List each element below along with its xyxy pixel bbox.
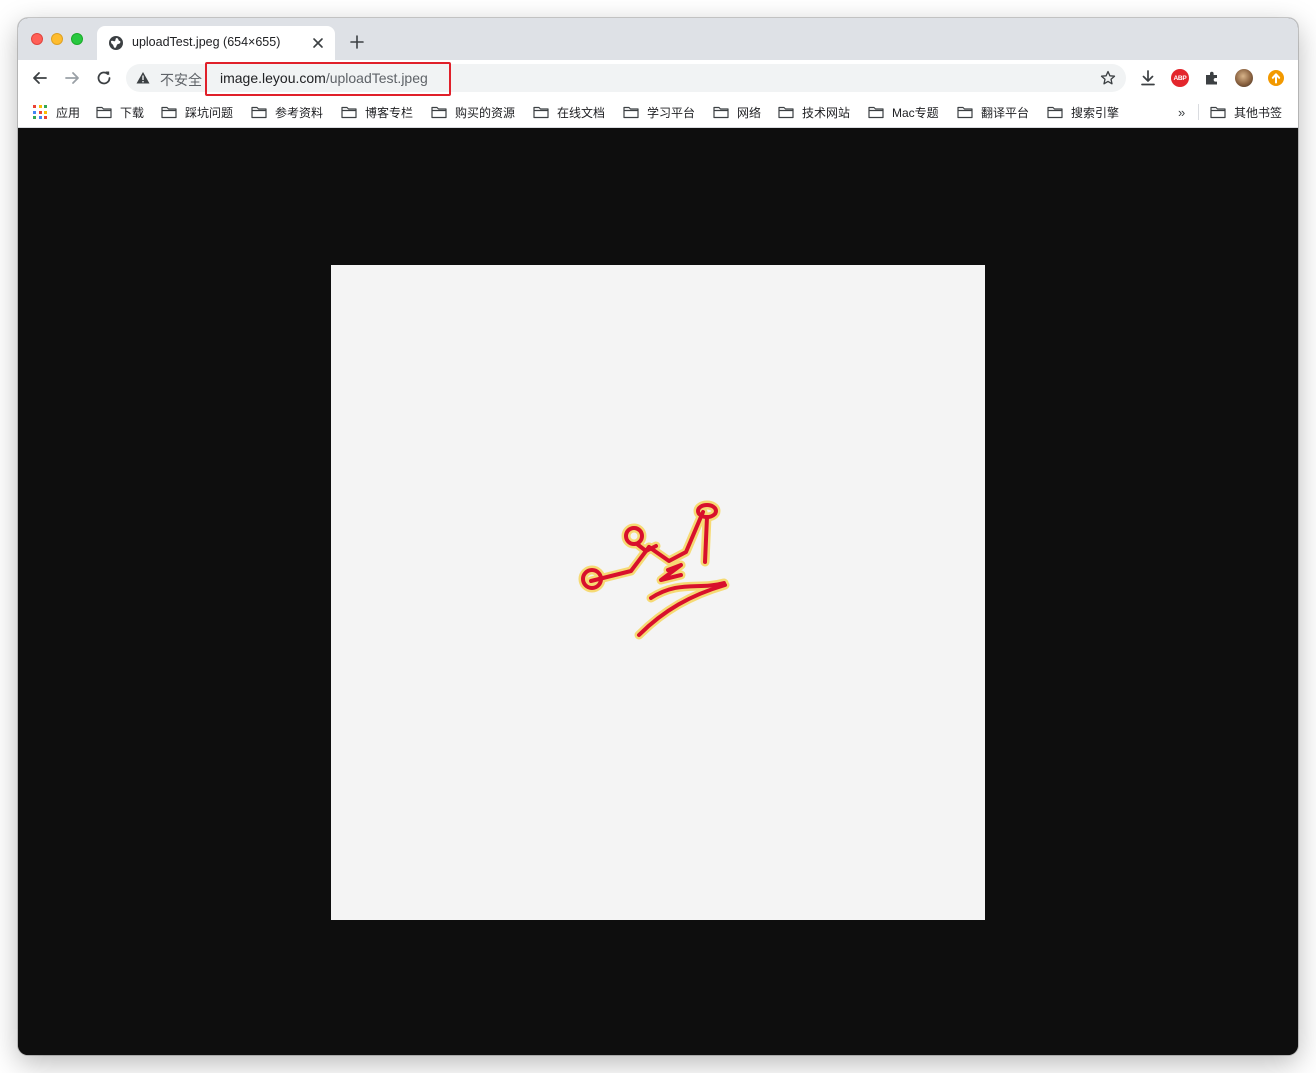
bookmark-label: 技术网站 (802, 105, 851, 120)
new-tab-icon[interactable] (350, 35, 364, 49)
folder-icon (778, 106, 794, 119)
arrow-right-icon[interactable] (63, 69, 81, 87)
bookmark-label: 下载 (120, 105, 145, 120)
tab-strip: uploadTest.jpeg (654×655) (18, 18, 1298, 60)
bookmark-folder[interactable]: 踩坑问题 (161, 103, 233, 121)
arrow-left-icon[interactable] (31, 69, 49, 87)
bookmark-label: 踩坑问题 (185, 105, 234, 120)
folder-icon (96, 106, 112, 119)
zoom-window-button[interactable] (71, 33, 83, 45)
close-tab-icon[interactable] (311, 36, 325, 50)
security-label[interactable]: 不安全 (160, 70, 202, 90)
bookmark-folder[interactable]: 博客专栏 (341, 103, 413, 121)
bookmark-label: 购买的资源 (455, 105, 516, 120)
bookmark-label: 翻译平台 (981, 105, 1030, 120)
bookmark-label: 参考资料 (275, 105, 324, 120)
reload-icon[interactable] (95, 69, 113, 87)
folder-icon (251, 106, 267, 119)
bookmark-label: 学习平台 (647, 105, 696, 120)
bookmark-label: Mac专题 (892, 105, 939, 120)
bookmark-folder[interactable]: 技术网站 (778, 103, 850, 121)
image-viewer (18, 128, 1298, 1055)
tab-title: uploadTest.jpeg (654×655) (132, 35, 281, 49)
bookmarks-overflow-button[interactable]: » (1178, 105, 1185, 120)
adblock-plus-icon[interactable]: ABP (1171, 69, 1189, 87)
bookmark-label: 在线文档 (557, 105, 606, 120)
displayed-image (331, 265, 985, 920)
crown-drawing (578, 500, 730, 640)
abp-label: ABP (1173, 74, 1187, 82)
folder-icon (1047, 106, 1063, 119)
bookmark-other-bookmarks[interactable]: 其他书签 (1210, 103, 1282, 121)
bookmarks-bar: 应用 下载 踩坑问题 参考资料 博客专栏 购买的资源 在线文档 学习平台 网络 技术网站 Mac专… (18, 96, 1298, 128)
folder-icon (623, 106, 639, 119)
browser-window: uploadTest.jpeg (654×655) 不安全 image.leyo… (18, 18, 1298, 1055)
bookmark-folder[interactable]: 在线文档 (533, 103, 605, 121)
star-icon[interactable] (1100, 70, 1116, 86)
folder-icon (868, 106, 884, 119)
warning-triangle-icon[interactable] (136, 71, 150, 85)
bookmark-folder[interactable]: 搜索引擎 (1047, 103, 1119, 121)
puzzle-icon[interactable] (1203, 69, 1221, 87)
minimize-window-button[interactable] (51, 33, 63, 45)
bookmark-folder[interactable]: 购买的资源 (431, 103, 515, 121)
globe-icon (109, 36, 123, 50)
bookmark-label: 网络 (737, 105, 762, 120)
folder-icon (161, 106, 177, 119)
bookmark-folder[interactable]: Mac专题 (868, 103, 939, 121)
folder-icon (341, 106, 357, 119)
download-icon[interactable] (1139, 69, 1157, 87)
bookmark-label: 搜索引擎 (1071, 105, 1120, 120)
close-window-button[interactable] (31, 33, 43, 45)
update-icon[interactable] (1267, 69, 1285, 87)
bookmark-label: 博客专栏 (365, 105, 414, 120)
bookmark-folder[interactable]: 学习平台 (623, 103, 695, 121)
bookmark-folder[interactable]: 下载 (96, 103, 144, 121)
bookmark-folder[interactable]: 参考资料 (251, 103, 323, 121)
folder-icon (1210, 106, 1226, 119)
bookmarks-divider (1198, 104, 1199, 120)
folder-icon (713, 106, 729, 119)
apps-grid-icon (33, 105, 47, 119)
folder-icon (431, 106, 447, 119)
folder-icon (957, 106, 973, 119)
bookmark-folder[interactable]: 翻译平台 (957, 103, 1029, 121)
folder-icon (533, 106, 549, 119)
bookmark-apps[interactable]: 应用 (33, 103, 80, 121)
bookmark-label: 应用 (56, 105, 81, 120)
profile-avatar[interactable] (1235, 69, 1253, 87)
tab-active[interactable]: uploadTest.jpeg (654×655) (97, 26, 335, 60)
url-highlight-annotation (205, 62, 451, 96)
bookmark-label: 其他书签 (1234, 105, 1283, 120)
bookmark-folder[interactable]: 网络 (713, 103, 761, 121)
